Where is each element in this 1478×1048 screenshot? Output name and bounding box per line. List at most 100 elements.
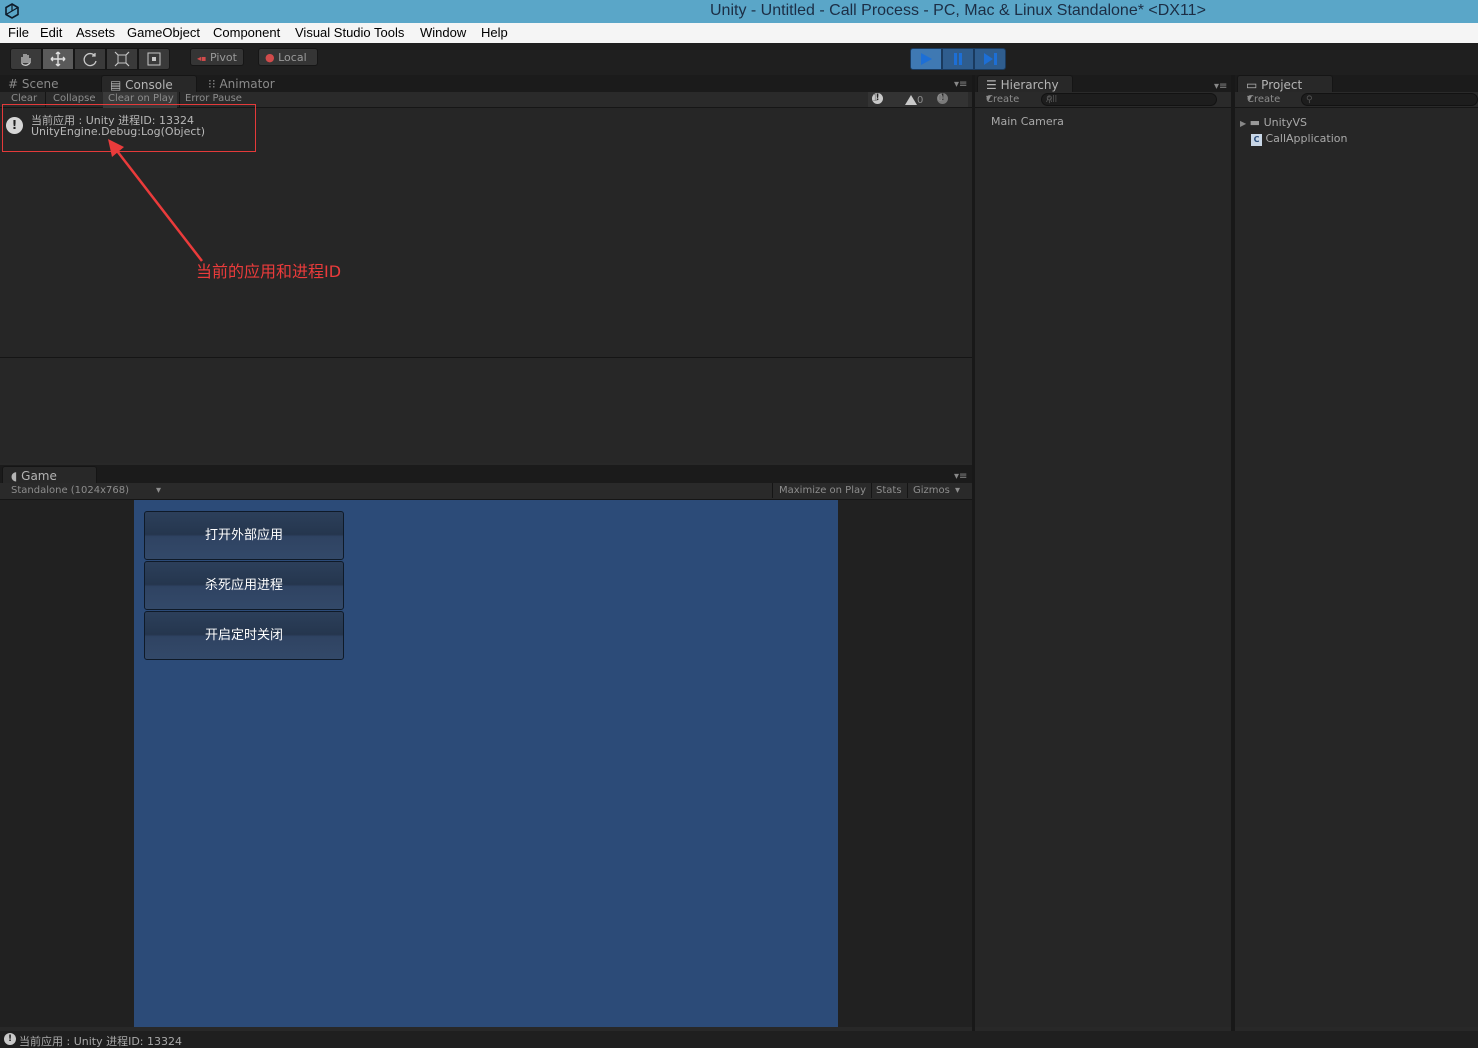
resolution-dropdown[interactable]: Standalone (1024x768) bbox=[11, 485, 129, 496]
hierarchy-create-dropdown[interactable]: Create ▾ bbox=[986, 93, 1019, 105]
animator-icon: ⁝⁝ bbox=[208, 77, 216, 91]
menu-window[interactable]: Window bbox=[420, 25, 466, 40]
menu-file[interactable]: File bbox=[8, 25, 29, 40]
tab-project[interactable]: ▭ Project bbox=[1237, 75, 1333, 93]
menu-edit[interactable]: Edit bbox=[40, 25, 62, 40]
menu-bar: File Edit Assets GameObject Component Vi… bbox=[0, 23, 1478, 43]
step-icon bbox=[984, 53, 997, 65]
project-list: ▶ ▬ UnityVS C CallApplication bbox=[1235, 108, 1478, 1027]
clear-button[interactable]: Clear bbox=[11, 93, 37, 104]
project-create-label: Create bbox=[1247, 94, 1281, 105]
clear-on-play-button[interactable]: Clear on Play bbox=[108, 93, 174, 104]
menu-visual-studio-tools[interactable]: Visual Studio Tools bbox=[295, 25, 404, 40]
local-toggle[interactable]: ● Local bbox=[258, 48, 318, 66]
project-item-callapplication-label: CallApplication bbox=[1265, 132, 1348, 145]
tab-game-label: Game bbox=[21, 469, 57, 483]
kill-process-button[interactable]: 杀死应用进程 bbox=[144, 561, 344, 610]
timed-close-button[interactable]: 开启定时关闭 bbox=[144, 611, 344, 660]
rotate-tool-button[interactable] bbox=[74, 48, 106, 70]
hierarchy-toolbar: Create ▾ ⚲ All bbox=[975, 92, 1231, 108]
status-info-icon: ! bbox=[4, 1033, 16, 1045]
project-tab-strip: ▭ Project bbox=[1235, 75, 1478, 93]
panel-menu-icon[interactable]: ▾≡ bbox=[954, 79, 967, 90]
menu-assets[interactable]: Assets bbox=[76, 25, 115, 40]
expand-arrow-icon[interactable]: ▶ bbox=[1240, 119, 1246, 128]
error-count: 0 bbox=[937, 93, 944, 104]
rect-tool-button[interactable] bbox=[138, 48, 170, 70]
play-icon bbox=[921, 53, 932, 65]
open-external-app-button[interactable]: 打开外部应用 bbox=[144, 511, 344, 560]
tab-scene[interactable]: # Scene bbox=[0, 75, 98, 93]
rotate-tool-icon bbox=[83, 52, 97, 67]
rect-tool-icon bbox=[147, 52, 161, 66]
project-create-dropdown[interactable]: Create ▾ bbox=[1247, 93, 1280, 105]
project-item-callapplication[interactable]: C CallApplication bbox=[1251, 132, 1348, 146]
stats-toggle[interactable]: Stats bbox=[876, 485, 902, 496]
hierarchy-item-main-camera[interactable]: Main Camera bbox=[991, 115, 1064, 128]
play-button[interactable] bbox=[910, 48, 942, 70]
project-item-unityvs-label: UnityVS bbox=[1263, 116, 1307, 129]
local-label: Local bbox=[278, 51, 307, 64]
unity-logo-icon bbox=[5, 3, 19, 19]
info-count: 1 bbox=[872, 93, 879, 104]
project-search-input[interactable]: ⚲ bbox=[1301, 93, 1478, 106]
game-tab-strip: ◖ Game ▾≡ bbox=[0, 465, 972, 484]
hierarchy-search-placeholder: All bbox=[1046, 95, 1058, 105]
console-detail-area bbox=[0, 357, 972, 463]
hierarchy-menu-icon[interactable]: ▾≡ bbox=[1214, 81, 1227, 92]
pause-button[interactable] bbox=[942, 48, 974, 70]
tab-project-label: Project bbox=[1261, 78, 1303, 92]
scale-tool-button[interactable] bbox=[106, 48, 138, 70]
scale-tool-icon bbox=[114, 51, 130, 67]
hierarchy-create-label: Create bbox=[986, 94, 1020, 105]
tab-hierarchy[interactable]: ☰ Hierarchy bbox=[977, 75, 1073, 93]
tab-animator[interactable]: ⁝⁝ Animator bbox=[200, 75, 290, 93]
pacman-icon: ◖ bbox=[11, 469, 18, 483]
pivot-label: Pivot bbox=[209, 51, 237, 64]
main-toolbar: ◂▪ Pivot ● Local bbox=[0, 43, 1478, 75]
grid-icon: # bbox=[8, 77, 19, 91]
console-tab-strip: # Scene ▤ Console ⁝⁝ Animator ▾≡ bbox=[0, 75, 972, 93]
tab-game[interactable]: ◖ Game bbox=[2, 466, 97, 484]
project-icon: ▭ bbox=[1246, 78, 1258, 92]
warning-icon bbox=[905, 95, 917, 105]
annotation-arrow bbox=[108, 139, 203, 262]
folder-icon: ▬ bbox=[1249, 116, 1261, 129]
window-title: Unity - Untitled - Call Process - PC, Ma… bbox=[710, 2, 1206, 19]
gizmos-dropdown-icon[interactable]: ▾ bbox=[955, 485, 960, 496]
game-toolbar: Standalone (1024x768) ▾ Maximize on Play… bbox=[0, 483, 972, 500]
pivot-icon: ◂▪ bbox=[197, 54, 207, 63]
tab-animator-label: Animator bbox=[219, 77, 275, 91]
step-button[interactable] bbox=[974, 48, 1006, 70]
game-panel-menu-icon[interactable]: ▾≡ bbox=[954, 471, 967, 482]
console-icon: ▤ bbox=[110, 78, 122, 92]
dropdown-arrow-icon: ▾ bbox=[156, 485, 162, 496]
hand-tool-icon bbox=[21, 54, 31, 66]
playback-controls bbox=[910, 48, 1006, 70]
script-icon: C bbox=[1251, 134, 1262, 146]
warning-count-toggle[interactable]: 0 bbox=[905, 94, 923, 107]
annotation-text: 当前的应用和进程ID bbox=[196, 262, 342, 281]
tab-scene-label: Scene bbox=[21, 77, 59, 91]
error-pause-button[interactable]: Error Pause bbox=[185, 93, 242, 104]
move-tool-button[interactable] bbox=[42, 48, 74, 70]
pause-icon bbox=[954, 53, 962, 65]
status-message: 当前应用 : Unity 进程ID: 13324 bbox=[19, 1035, 183, 1048]
tab-console[interactable]: ▤ Console bbox=[101, 75, 197, 93]
tab-console-label: Console bbox=[125, 78, 173, 92]
pivot-toggle[interactable]: ◂▪ Pivot bbox=[190, 48, 244, 66]
transform-tools bbox=[10, 48, 170, 70]
hand-tool-button[interactable] bbox=[10, 48, 42, 70]
hierarchy-list: Main Camera bbox=[975, 108, 1231, 1027]
gizmos-toggle[interactable]: Gizmos bbox=[913, 485, 950, 496]
window-title-bar: Unity - Untitled - Call Process - PC, Ma… bbox=[0, 0, 1478, 23]
menu-component[interactable]: Component bbox=[213, 25, 280, 40]
status-bar[interactable]: ! 当前应用 : Unity 进程ID: 13324 bbox=[0, 1031, 1478, 1048]
tab-hierarchy-label: Hierarchy bbox=[1000, 78, 1059, 92]
hierarchy-search-input[interactable]: ⚲ All bbox=[1041, 93, 1217, 106]
menu-help[interactable]: Help bbox=[481, 25, 508, 40]
project-item-unityvs[interactable]: ▶ ▬ UnityVS bbox=[1240, 116, 1307, 129]
collapse-button[interactable]: Collapse bbox=[53, 93, 96, 104]
maximize-on-play-toggle[interactable]: Maximize on Play bbox=[779, 485, 866, 496]
menu-gameobject[interactable]: GameObject bbox=[127, 25, 200, 40]
